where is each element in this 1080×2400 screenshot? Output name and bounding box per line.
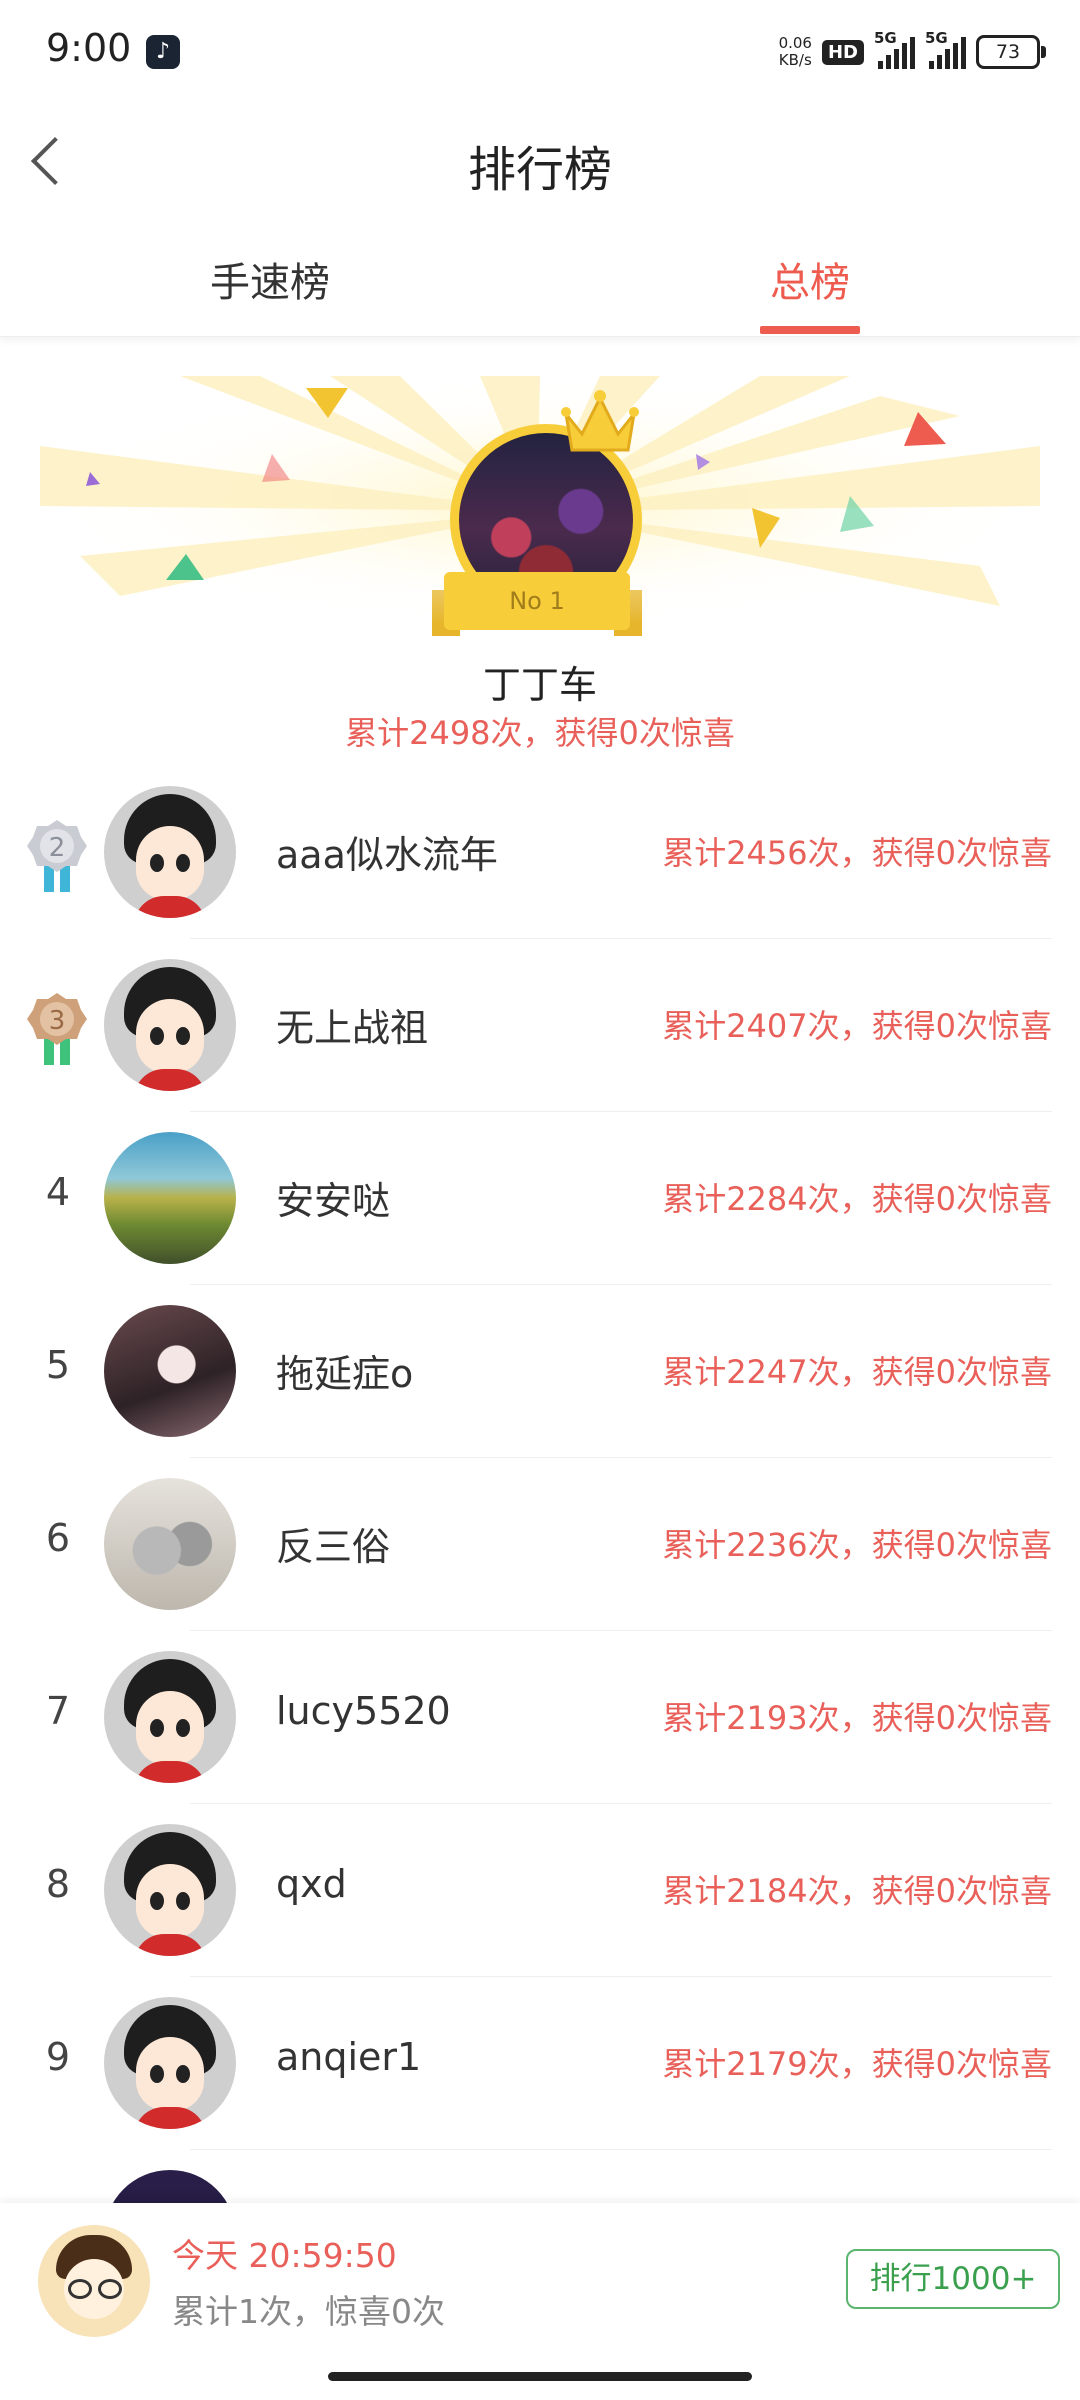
my-rank-button[interactable]: 排行1000+ (846, 2249, 1060, 2309)
home-indicator[interactable] (328, 2372, 752, 2381)
medal-rank-label: 2 (49, 833, 66, 863)
ranking-row-6[interactable]: 6 反三俗 累计2236次，获得0次惊喜 (0, 1458, 1080, 1631)
user-stats: 累计2193次，获得0次惊喜 (662, 1699, 1052, 1737)
champion-name: 丁丁车 (482, 663, 597, 707)
rank-1-badge: No 1 (432, 572, 642, 636)
avatar[interactable] (104, 786, 236, 918)
user-stats: 累计2236次，获得0次惊喜 (662, 1526, 1052, 1564)
ranking-row-2[interactable]: 2 aaa似水流年 累计2456次，获得0次惊喜 (0, 766, 1080, 939)
ranking-row-4[interactable]: 4 安安哒 累计2284次，获得0次惊喜 (0, 1112, 1080, 1285)
ranking-row-8[interactable]: 8 qxd 累计2184次，获得0次惊喜 (0, 1804, 1080, 1977)
rank-number: 4 (45, 1170, 71, 1214)
username: 拖延症o (276, 1352, 414, 1396)
ranking-row-9[interactable]: 9 anqier1 累计2179次，获得0次惊喜 (0, 1977, 1080, 2150)
user-stats: 累计2284次，获得0次惊喜 (662, 1180, 1052, 1218)
username: 无上战祖 (276, 1006, 429, 1050)
silver-medal-icon: 2 (27, 820, 87, 892)
tab-speed-ranking[interactable]: 手速榜 (120, 250, 420, 308)
rank-number: 5 (45, 1343, 71, 1387)
network-speed-value: 0.06 (778, 34, 812, 52)
medal-rank-label: 3 (49, 1006, 66, 1036)
avatar[interactable] (104, 1824, 236, 1956)
active-tab-indicator (760, 326, 860, 334)
username: 反三俗 (276, 1525, 391, 1569)
tab-bar: 手速榜 总榜 (0, 220, 1080, 337)
champion-section: No 1 丁丁车 累计2498次，获得0次惊喜 (0, 336, 1080, 766)
ranking-row-5[interactable]: 5 拖延症o 累计2247次，获得0次惊喜 (0, 1285, 1080, 1458)
avatar[interactable] (104, 1305, 236, 1437)
bronze-medal-icon: 3 (27, 993, 87, 1065)
signal-icon-1: 5G (874, 29, 915, 69)
network-speed-unit: KB/s (778, 51, 812, 69)
avatar[interactable] (104, 1997, 236, 2129)
status-time: 9:00 (46, 26, 132, 70)
user-stats: 累计2179次，获得0次惊喜 (662, 2045, 1052, 2083)
username: lucy5520 (276, 1689, 451, 1733)
my-last-time: 今天 20:59:50 (172, 2236, 397, 2275)
avatar[interactable] (104, 959, 236, 1091)
signal-icon-2: 5G (925, 29, 966, 69)
user-stats: 累计2247次，获得0次惊喜 (662, 1353, 1052, 1391)
tiktok-icon: ♪ (146, 35, 180, 69)
crown-icon (561, 390, 639, 452)
network-type-label: 5G (874, 29, 897, 47)
network-type-label: 5G (925, 29, 948, 47)
ranking-list: 2 aaa似水流年 累计2456次，获得0次惊喜 3 无上战祖 累计2407次，… (0, 766, 1080, 2323)
username: 安安哒 (276, 1179, 391, 1223)
username: aaa似水流年 (276, 833, 498, 877)
top-nav: 排行榜 (0, 100, 1080, 220)
status-bar: 9:00 ♪ 0.06 KB/s HD 5G 5G 73 (0, 0, 1080, 100)
username: qxd (276, 1862, 347, 1906)
avatar[interactable] (104, 1478, 236, 1610)
status-indicators: 0.06 KB/s HD 5G 5G 73 (779, 29, 1046, 74)
champion-stats: 累计2498次，获得0次惊喜 (345, 714, 735, 752)
rank-number: 7 (45, 1689, 71, 1733)
rank-number: 9 (45, 2035, 71, 2079)
rank-number: 6 (45, 1516, 71, 1560)
ranking-row-7[interactable]: 7 lucy5520 累计2193次，获得0次惊喜 (0, 1631, 1080, 1804)
tab-total-ranking[interactable]: 总榜 (660, 250, 960, 308)
my-stats: 累计1次，惊喜0次 (172, 2292, 445, 2331)
user-stats: 累计2184次，获得0次惊喜 (662, 1872, 1052, 1910)
user-stats: 累计2407次，获得0次惊喜 (662, 1007, 1052, 1045)
network-speed: 0.06 KB/s (779, 35, 812, 69)
hd-icon: HD (821, 39, 864, 65)
username: anqier1 (276, 2035, 422, 2079)
my-rank-bar: 今天 20:59:50 累计1次，惊喜0次 排行1000+ (0, 2203, 1080, 2400)
rank-number: 8 (45, 1862, 71, 1906)
avatar[interactable] (104, 1132, 236, 1264)
user-stats: 累计2456次，获得0次惊喜 (662, 834, 1052, 872)
page-title: 排行榜 (467, 142, 612, 198)
ranking-row-3[interactable]: 3 无上战祖 累计2407次，获得0次惊喜 (0, 939, 1080, 1112)
battery-icon: 73 (976, 35, 1046, 69)
avatar[interactable] (104, 1651, 236, 1783)
my-avatar[interactable] (38, 2225, 150, 2337)
